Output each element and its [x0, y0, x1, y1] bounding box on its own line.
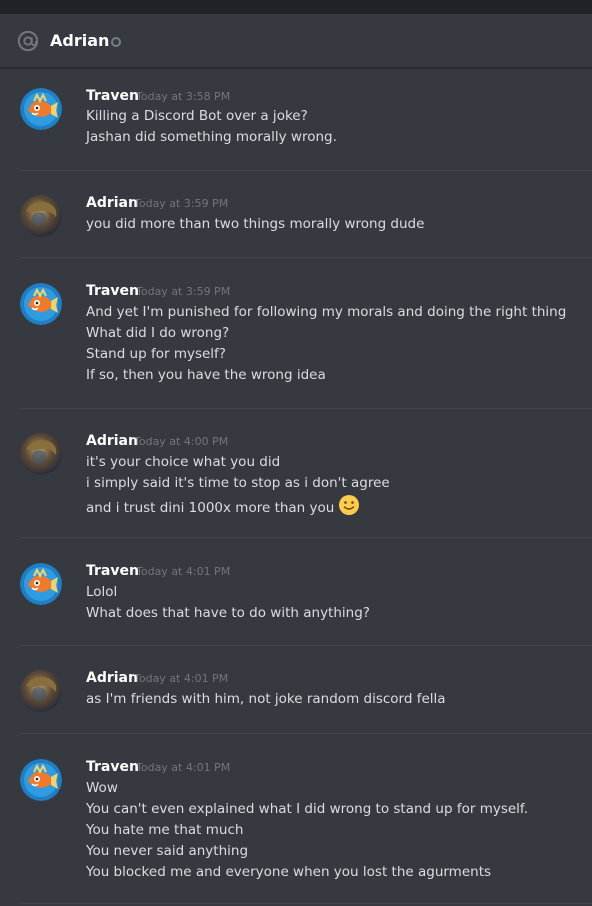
- message-timestamp: Today at 3:59 PM: [134, 197, 229, 210]
- message-group: Adrian Today at 4:01 PM as I'm friends w…: [0, 646, 592, 733]
- user-photo-avatar-icon: [20, 670, 62, 712]
- message-text: it's your choice what you did: [86, 454, 281, 470]
- message-timestamp: Today at 3:59 PM: [136, 285, 231, 298]
- message-group: Adrian Today at 3:59 PM you did more tha…: [0, 171, 592, 257]
- magikarp-avatar-icon: [20, 563, 62, 605]
- message-text: And yet I'm punished for following my mo…: [86, 304, 567, 320]
- message-author[interactable]: Adrian: [86, 194, 138, 212]
- message-text: What does that have to do with anything?: [86, 605, 370, 621]
- dm-recipient-name: Adrian: [50, 31, 110, 50]
- message-timestamp: Today at 4:01 PM: [136, 565, 231, 578]
- message-author[interactable]: Traven: [86, 87, 139, 105]
- user-photo-avatar-icon: [20, 195, 62, 237]
- avatar-adrian[interactable]: [20, 433, 62, 475]
- magikarp-avatar-icon: [20, 88, 62, 130]
- message-text: Jashan did something morally wrong.: [86, 129, 337, 145]
- avatar-adrian[interactable]: [20, 670, 62, 712]
- message-group: Adrian Today at 4:00 PM it's your choice…: [0, 409, 592, 537]
- user-photo-avatar-icon: [20, 433, 62, 475]
- message-text: and i trust dini 1000x more than you: [86, 494, 360, 519]
- message-text: you did more than two things morally wro…: [86, 216, 425, 232]
- message-text: Lolol: [86, 584, 118, 600]
- avatar-traven[interactable]: [20, 759, 62, 801]
- avatar-traven[interactable]: [20, 563, 62, 605]
- message-group: Traven Today at 4:01 PM Wow You can't ev…: [0, 734, 592, 906]
- message-group: Traven Today at 3:59 PM And yet I'm puni…: [0, 258, 592, 408]
- message-author[interactable]: Adrian: [86, 669, 138, 687]
- message-text: You can't even explained what I did wron…: [86, 801, 528, 817]
- slightly-smiling-face-icon: [339, 495, 360, 515]
- magikarp-avatar-icon: [20, 283, 62, 325]
- message-timestamp: Today at 4:00 PM: [134, 435, 229, 448]
- message-author[interactable]: Traven: [86, 758, 139, 776]
- magikarp-avatar-icon: [20, 759, 62, 801]
- message-text: If so, then you have the wrong idea: [86, 367, 326, 383]
- message-author[interactable]: Traven: [86, 282, 139, 300]
- message-author[interactable]: Traven: [86, 562, 139, 580]
- message-text: You never said anything: [86, 843, 249, 859]
- message-author[interactable]: Adrian: [86, 432, 138, 450]
- at-icon: [17, 30, 39, 52]
- message-timestamp: Today at 4:01 PM: [136, 761, 231, 774]
- message-text: as I'm friends with him, not joke random…: [86, 691, 446, 707]
- message-timestamp: Today at 4:01 PM: [134, 672, 229, 685]
- message-divider: [20, 903, 592, 904]
- message-text: You hate me that much: [86, 822, 244, 838]
- message-text-content: and i trust dini 1000x more than you: [86, 500, 335, 516]
- channel-header: Adrian: [0, 14, 592, 68]
- message-text: Wow: [86, 780, 118, 796]
- avatar-traven[interactable]: [20, 283, 62, 325]
- message-text: i simply said it's time to stop as i don…: [86, 475, 390, 491]
- message-text: Stand up for myself?: [86, 346, 226, 362]
- message-group: Traven Today at 4:01 PM Lolol What does …: [0, 538, 592, 645]
- message-text: Killing a Discord Bot over a joke?: [86, 108, 308, 124]
- avatar-traven[interactable]: [20, 88, 62, 130]
- message-text: You blocked me and everyone when you los…: [86, 864, 492, 880]
- offline-status-icon: [111, 37, 121, 47]
- message-text: What did I do wrong?: [86, 325, 230, 341]
- message-group: Traven Today at 3:58 PM Killing a Discor…: [0, 68, 592, 170]
- message-list[interactable]: Traven Today at 3:58 PM Killing a Discor…: [0, 68, 592, 906]
- window-top-bar: [0, 0, 592, 14]
- message-timestamp: Today at 3:58 PM: [136, 90, 231, 103]
- avatar-adrian[interactable]: [20, 195, 62, 237]
